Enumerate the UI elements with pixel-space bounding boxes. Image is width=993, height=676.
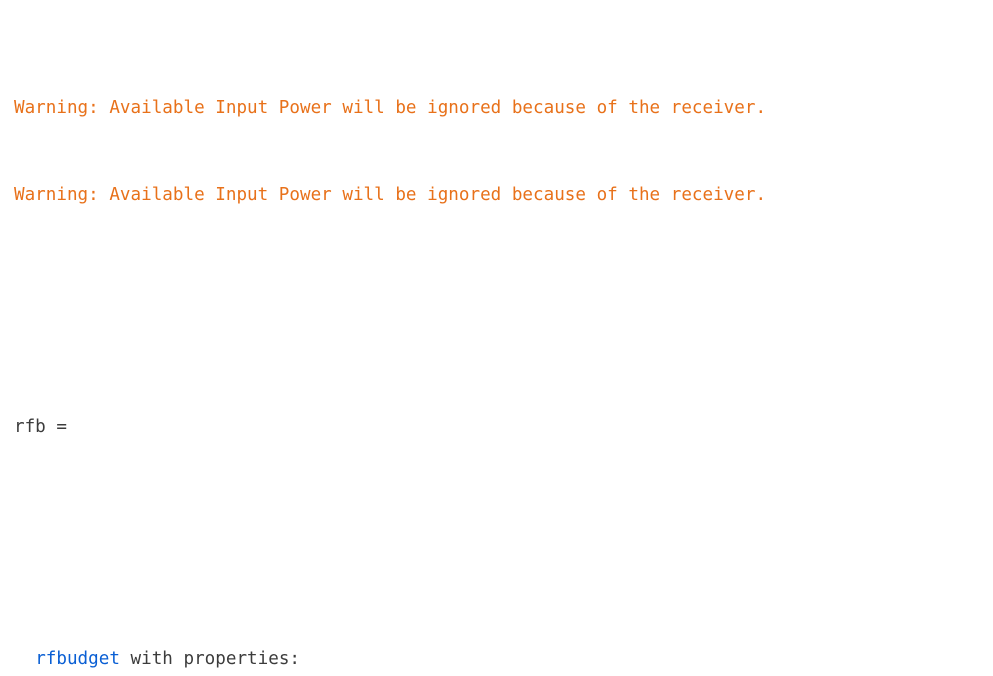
warning-line-2: Warning: Available Input Power will be i… [14,185,767,205]
class-header-line: rfbudget with properties: [14,645,766,674]
variable-name-line: rfb = [14,417,67,437]
class-indent-spacer [14,649,35,669]
rfbudget-class-link[interactable]: rfbudget [35,649,120,669]
matlab-command-window[interactable]: Warning: Available Input Power will be i… [0,0,993,676]
warning-line-1: Warning: Available Input Power will be i… [14,98,767,118]
console-output: Warning: Available Input Power will be i… [14,7,766,676]
class-header-suffix: with properties: [119,649,301,669]
